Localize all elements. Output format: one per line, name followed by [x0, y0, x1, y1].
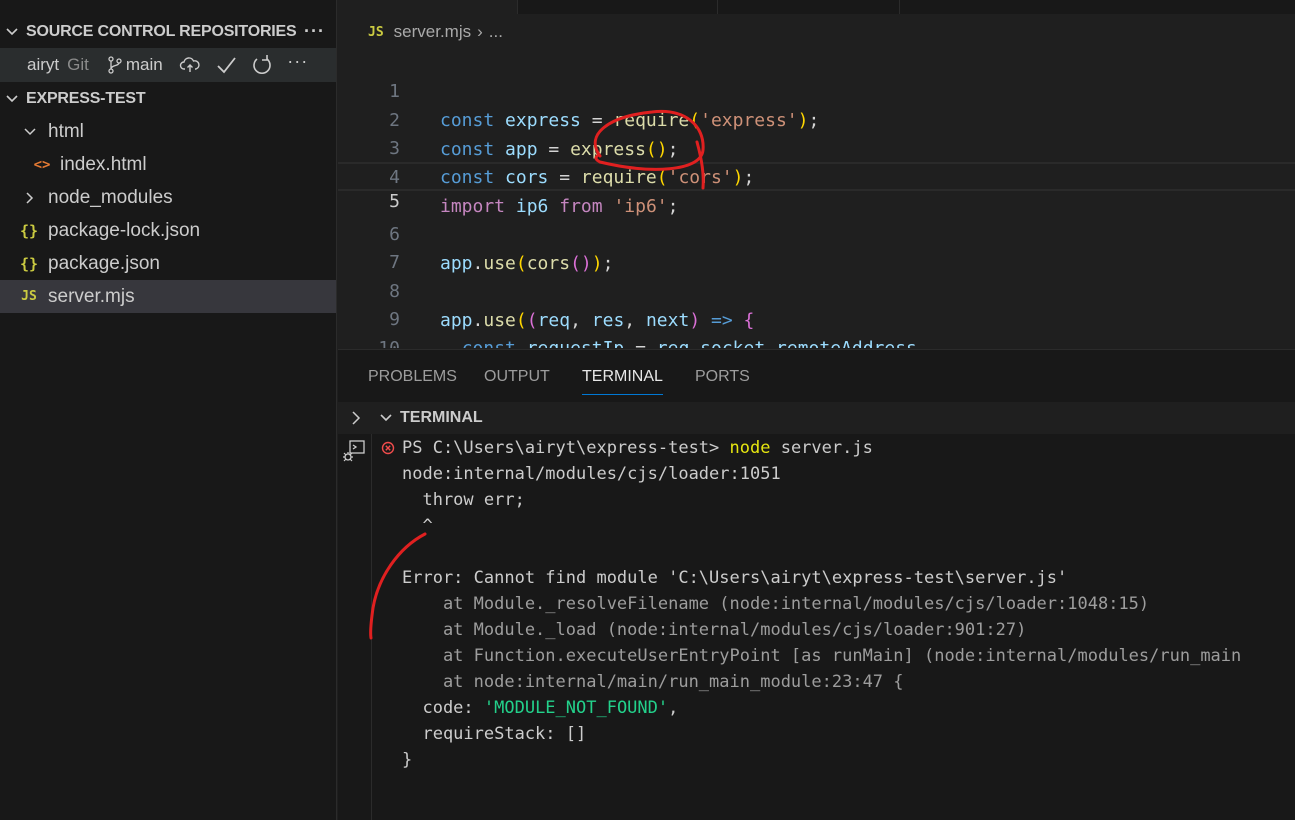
tab-ports[interactable]: PORTS — [695, 368, 750, 386]
editor-tab[interactable] — [518, 0, 718, 14]
tree-item-label: server.mjs — [48, 285, 135, 307]
bottom-panel: PROBLEMS OUTPUT TERMINAL PORTS TERMINAL … — [338, 349, 1295, 820]
sidebar: SOURCE CONTROL REPOSITORIES ··· airyt Gi… — [0, 0, 337, 820]
js-file-icon: JS — [21, 289, 37, 304]
refresh-icon[interactable] — [251, 54, 273, 76]
json-file-icon: {} — [19, 221, 39, 240]
terminal-section-header[interactable]: TERMINAL — [338, 402, 1295, 434]
code-line[interactable]: 9 const requestIp = req.socket.remoteAdd… — [338, 276, 1295, 348]
terminal-line: } — [402, 750, 413, 770]
repo-name: airyt — [27, 55, 60, 74]
terminal-line: ^ — [402, 516, 433, 536]
breadcrumb-file[interactable]: server.mjs — [394, 22, 471, 42]
error-circle-icon[interactable] — [381, 441, 395, 455]
tree-item-package-lock-json[interactable]: {} package-lock.json — [0, 214, 336, 247]
tab-terminal[interactable]: TERMINAL — [582, 368, 663, 395]
tree-item-node-modules[interactable]: node_modules — [0, 181, 336, 214]
breadcrumb-rest[interactable]: ... — [489, 22, 503, 42]
editor-tab-strip — [338, 0, 1295, 14]
terminal-command: node — [729, 438, 771, 458]
terminal-stack-line: at Module._resolveFilename (node:interna… — [402, 594, 1150, 614]
branch-name[interactable]: main — [126, 55, 163, 75]
repository-row[interactable]: airyt Git main ··· — [0, 48, 336, 82]
editor-tab[interactable] — [338, 0, 518, 14]
terminal-title: TERMINAL — [400, 409, 483, 426]
terminal-stack-text: at node:internal/main/run_main_module:23… — [402, 672, 904, 692]
editor[interactable]: JS server.mjs › ... 1 const express = re… — [338, 0, 1295, 348]
js-file-icon: JS — [368, 24, 384, 40]
tree-item-label: package-lock.json — [48, 219, 201, 241]
json-file-icon: {} — [19, 254, 39, 273]
terminal-code-end: , — [668, 698, 679, 718]
chevron-right-icon[interactable] — [348, 410, 364, 426]
code-line[interactable]: 1 const express = require('express'); — [338, 48, 1295, 131]
chevron-down-icon — [24, 127, 36, 135]
tree-item-server-mjs[interactable]: JS server.mjs — [0, 280, 336, 313]
tab-output[interactable]: OUTPUT — [484, 368, 550, 386]
terminal-error-line: Error: Cannot find module 'C:\Users\airy… — [402, 568, 1068, 588]
code-line[interactable]: 8 app.use((req, res, next) => { — [338, 248, 1295, 331]
chevron-down-icon — [6, 95, 18, 103]
tree-item-label: html — [48, 120, 84, 142]
tree-item-label: node_modules — [48, 186, 173, 208]
git-branch-icon[interactable] — [107, 56, 123, 74]
panel-tab-bar: PROBLEMS OUTPUT TERMINAL PORTS — [338, 350, 1295, 402]
terminal-prompt: PS C:\Users\airyt\express-test> — [402, 438, 730, 458]
debug-terminal-icon[interactable] — [341, 438, 367, 464]
code-line[interactable]: 6 app.use(cors()); — [338, 191, 1295, 274]
terminal-stack-line-last: at node:internal/main/run_main_module:23… — [402, 669, 904, 695]
chevron-down-icon — [6, 28, 18, 36]
explorer-folder-label: EXPRESS-TEST — [26, 90, 146, 107]
terminal-code-line: code: 'MODULE_NOT_FOUND', — [402, 695, 678, 721]
cloud-sync-icon[interactable] — [179, 54, 201, 76]
code-line[interactable]: 3 const cors = require('cors'); — [338, 105, 1295, 188]
more-actions-icon[interactable]: ··· — [287, 52, 309, 76]
tree-item-label: index.html — [60, 153, 147, 175]
tree-item-html-folder[interactable]: html — [0, 115, 336, 148]
tree-item-index-html[interactable]: <> index.html — [0, 148, 336, 181]
code-line[interactable]: 11 console.log("IPv4", ip6.toIPv4(reques… — [338, 333, 1295, 348]
editor-tab[interactable] — [718, 0, 900, 14]
terminal-line: throw err; — [402, 490, 525, 510]
code-line[interactable]: 2 const app = express(); — [338, 77, 1295, 160]
terminal-output[interactable]: PS C:\Users\airyt\express-test> node ser… — [373, 434, 1295, 820]
tree-item-package-json[interactable]: {} package.json — [0, 247, 336, 280]
terminal-line: requireStack: [] — [402, 724, 587, 744]
code-line-current[interactable]: 5 — [338, 162, 1295, 212]
html-file-icon: <> — [33, 156, 51, 173]
terminal-code-value: 'MODULE_NOT_FOUND' — [483, 698, 669, 718]
terminal-command-line: PS C:\Users\airyt\express-test> node ser… — [402, 435, 873, 461]
terminal-gutter — [338, 434, 372, 820]
terminal-stack-line: at Function.executeUserEntryPoint [as ru… — [402, 646, 1242, 666]
code-line[interactable]: 4 import ip6 from 'ip6'; — [338, 134, 1295, 217]
tab-problems[interactable]: PROBLEMS — [368, 368, 457, 386]
terminal-args: server.js — [770, 438, 873, 458]
scm-header-label: SOURCE CONTROL REPOSITORIES — [26, 23, 297, 40]
code-line[interactable]: 7 — [338, 219, 1295, 273]
explorer-header[interactable]: EXPRESS-TEST — [0, 88, 336, 110]
repo-kind: Git — [67, 55, 89, 74]
chevron-right-icon — [26, 191, 34, 204]
check-commit-icon[interactable] — [215, 54, 237, 76]
scm-repositories-header[interactable]: SOURCE CONTROL REPOSITORIES ··· — [0, 21, 336, 43]
breadcrumb-separator-icon: › — [477, 22, 483, 41]
terminal-line: node:internal/modules/cjs/loader:1051 — [402, 464, 781, 484]
code-line[interactable]: 10 console.log("★★★★★★★★★리퀘스트의 IP★★★★★★★… — [338, 305, 1295, 348]
terminal-code-key: code: — [402, 698, 484, 718]
chevron-down-icon — [380, 414, 392, 422]
more-actions-icon[interactable]: ··· — [304, 21, 325, 42]
tree-item-label: package.json — [48, 252, 160, 274]
breadcrumb[interactable]: JS server.mjs › ... — [368, 20, 503, 44]
terminal-stack-line: at Module._load (node:internal/modules/c… — [402, 620, 1027, 640]
